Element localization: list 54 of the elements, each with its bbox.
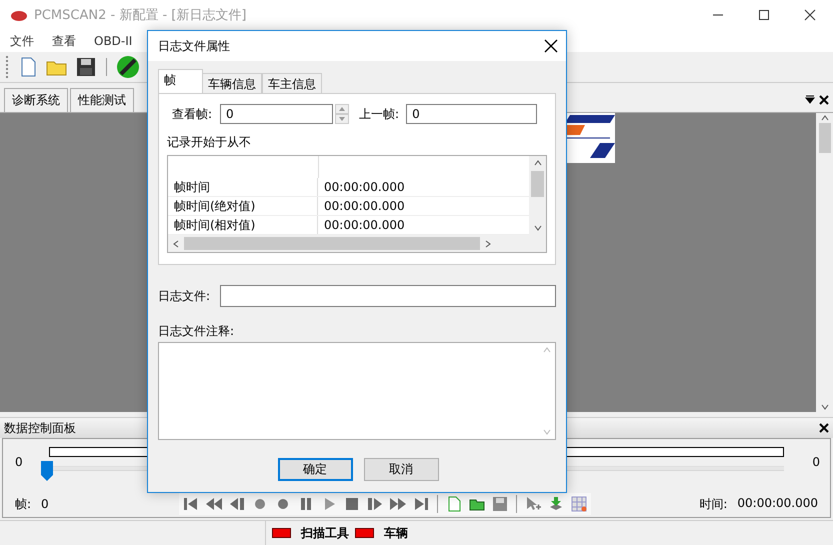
spin-up-icon[interactable] — [335, 104, 350, 114]
slider-thumb[interactable] — [40, 461, 53, 481]
maximize-icon[interactable] — [758, 9, 770, 21]
menu-item[interactable]: OBD-II — [94, 34, 132, 48]
grid-zoom-icon[interactable] — [568, 494, 589, 514]
scrollbar[interactable] — [529, 156, 546, 235]
tab[interactable]: 车辆信息 — [202, 73, 262, 93]
status-label: 扫描工具 — [301, 524, 349, 542]
table-cell: 帧时间 — [168, 178, 318, 196]
scroll-thumb[interactable] — [184, 237, 480, 250]
close-icon[interactable] — [804, 9, 816, 21]
table-cell-text: 00:00:00.000 — [323, 179, 405, 196]
log-file-field[interactable] — [220, 285, 556, 307]
menu-item[interactable]: 查看 — [52, 32, 76, 50]
slider-min-label: 0 — [15, 455, 23, 469]
field-label: 日志文件注释: — [158, 323, 236, 340]
tab[interactable]: 车主信息 — [262, 73, 322, 93]
comment-text-area[interactable] — [158, 342, 556, 440]
dropdown-icon[interactable] — [805, 95, 815, 105]
close-icon[interactable] — [819, 95, 829, 105]
frame-label: 帧: — [15, 496, 32, 512]
table-cell: 帧时间(绝对值) — [168, 197, 318, 215]
dialog-title: 日志文件属性 — [158, 38, 230, 54]
spin-down-icon[interactable] — [335, 114, 350, 124]
scroll-thumb[interactable] — [531, 171, 544, 197]
plug-icon[interactable] — [116, 55, 140, 79]
scrollbar[interactable] — [168, 235, 546, 252]
scrollbar[interactable] — [816, 113, 833, 412]
window-title: PCMSCAN2 - 新配置 - [新日志文件] — [34, 7, 248, 24]
panel-title: 数据控制面板 — [4, 420, 76, 436]
record-start-text: 记录开始于从不 — [167, 134, 252, 151]
scroll-thumb[interactable] — [818, 123, 830, 153]
document-tab[interactable]: 诊断系统 — [4, 88, 68, 112]
dialog-button[interactable]: 取消 — [364, 458, 438, 481]
dialog-button[interactable]: 确定 — [278, 458, 352, 481]
status-label: 车辆 — [384, 524, 408, 542]
field-label: 查看帧: — [172, 106, 212, 122]
field-label: 日志文件: — [158, 288, 210, 304]
table-cell-text: 00:00:00.000 — [323, 198, 405, 215]
field-label: 上一帧: — [359, 106, 400, 122]
document-tab[interactable]: 性能测试 — [70, 88, 134, 112]
view-frame-field[interactable]: 0 — [220, 104, 334, 124]
close-icon[interactable] — [819, 423, 829, 433]
time-label: 时间: — [699, 496, 728, 512]
close-icon[interactable] — [544, 39, 558, 53]
tab[interactable]: 帧 — [158, 69, 203, 93]
previous-frame-field[interactable]: 0 — [406, 104, 538, 124]
table-cell: 帧时间(相对值) — [168, 216, 318, 234]
frame-value: 0 — [41, 497, 49, 511]
time-value: 00:00:00.000 — [737, 496, 818, 512]
table-cell-text: 00:00:00.000 — [323, 217, 405, 234]
slider-max-label: 0 — [812, 455, 820, 469]
menu-item[interactable]: 文件 — [10, 32, 34, 50]
app-logo-icon — [10, 9, 28, 21]
